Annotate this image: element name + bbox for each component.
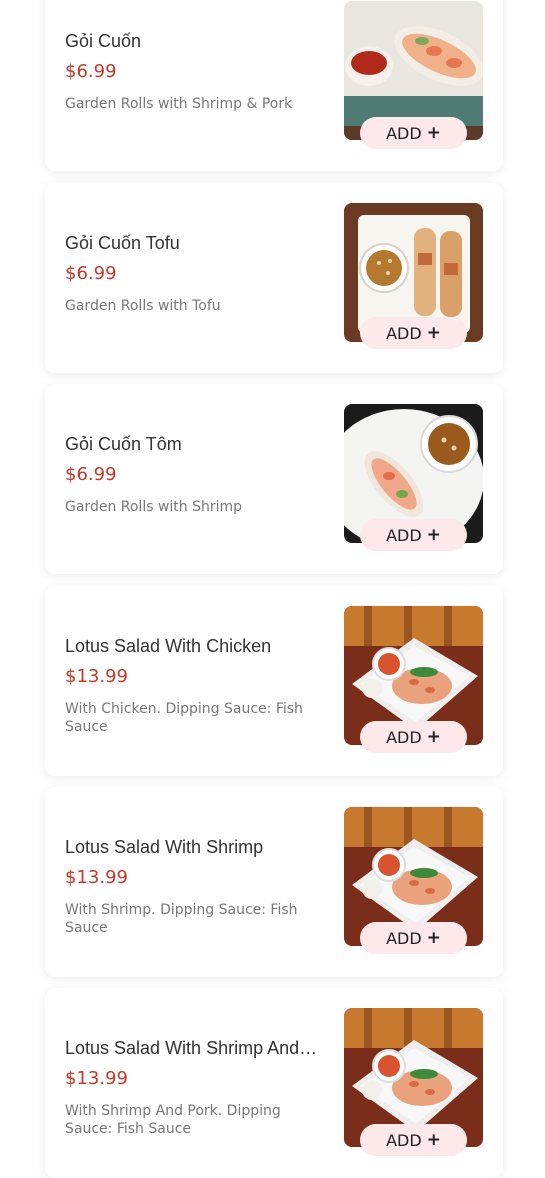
add-button[interactable]: ADD +: [360, 721, 467, 753]
item-price: $13.99: [65, 1068, 128, 1089]
add-label: ADD: [386, 727, 422, 747]
item-name: Lotus Salad With Shrimp: [65, 837, 264, 857]
item-description: Garden Rolls with Shrimp & Pork: [65, 96, 293, 112]
add-button[interactable]: ADD +: [360, 317, 467, 349]
item-description: With Chicken. Dipping Sauce: Fish Sauce: [65, 701, 303, 735]
menu-item-info: Lotus Salad With Shrimp And… $13.99 With…: [65, 988, 327, 1178]
menu-item-info: Lotus Salad With Shrimp $13.99 With Shri…: [65, 787, 327, 977]
item-name: Gỏi Cuốn Tofu: [65, 233, 180, 253]
item-price: $13.99: [65, 867, 128, 888]
plus-icon: +: [426, 524, 441, 545]
item-description: With Shrimp. Dipping Sauce: Fish Sauce: [65, 902, 298, 936]
plus-icon: +: [426, 122, 441, 143]
item-price: $6.99: [65, 61, 117, 82]
item-name: Gỏi Cuốn Tôm: [65, 434, 182, 454]
menu-item-info: Gỏi Cuốn Tôm $6.99 Garden Rolls with Shr…: [65, 384, 327, 574]
add-label: ADD: [386, 928, 422, 948]
item-name: Lotus Salad With Shrimp And…: [65, 1038, 318, 1058]
item-name: Lotus Salad With Chicken: [65, 636, 272, 656]
plus-icon: +: [426, 726, 441, 747]
plus-icon: +: [426, 1129, 441, 1150]
add-button[interactable]: ADD +: [360, 519, 467, 551]
menu-item-card[interactable]: Lotus Salad With Chicken $13.99 With Chi…: [45, 586, 503, 776]
add-label: ADD: [386, 1130, 422, 1150]
item-name: Gỏi Cuốn: [65, 31, 142, 51]
add-button[interactable]: ADD +: [360, 1124, 467, 1156]
item-description: With Shrimp And Pork. Dipping Sauce: Fis…: [65, 1103, 281, 1137]
menu-item-card[interactable]: Lotus Salad With Shrimp And… $13.99 With…: [45, 988, 503, 1178]
menu-item-card[interactable]: Gỏi Cuốn Tofu $6.99 Garden Rolls with To…: [45, 183, 503, 373]
item-price: $13.99: [65, 666, 128, 687]
add-button[interactable]: ADD +: [360, 117, 467, 149]
add-button[interactable]: ADD +: [360, 922, 467, 954]
add-label: ADD: [386, 323, 422, 343]
plus-icon: +: [426, 322, 441, 343]
item-description: Garden Rolls with Shrimp: [65, 499, 243, 515]
item-price: $6.99: [65, 263, 117, 284]
menu-item-card[interactable]: Gỏi Cuốn $6.99 Garden Rolls with Shrimp …: [45, 0, 503, 171]
item-description: Garden Rolls with Tofu: [65, 298, 221, 314]
menu-item-card[interactable]: Lotus Salad With Shrimp $13.99 With Shri…: [45, 787, 503, 977]
add-label: ADD: [386, 525, 422, 545]
menu-item-info: Gỏi Cuốn Tofu $6.99 Garden Rolls with To…: [65, 183, 327, 373]
item-price: $6.99: [65, 464, 117, 485]
menu-item-info: Lotus Salad With Chicken $13.99 With Chi…: [65, 586, 327, 776]
plus-icon: +: [426, 927, 441, 948]
menu-item-card[interactable]: Gỏi Cuốn Tôm $6.99 Garden Rolls with Shr…: [45, 384, 503, 574]
add-label: ADD: [386, 123, 422, 143]
menu-item-info: Gỏi Cuốn $6.99 Garden Rolls with Shrimp …: [65, 0, 327, 171]
